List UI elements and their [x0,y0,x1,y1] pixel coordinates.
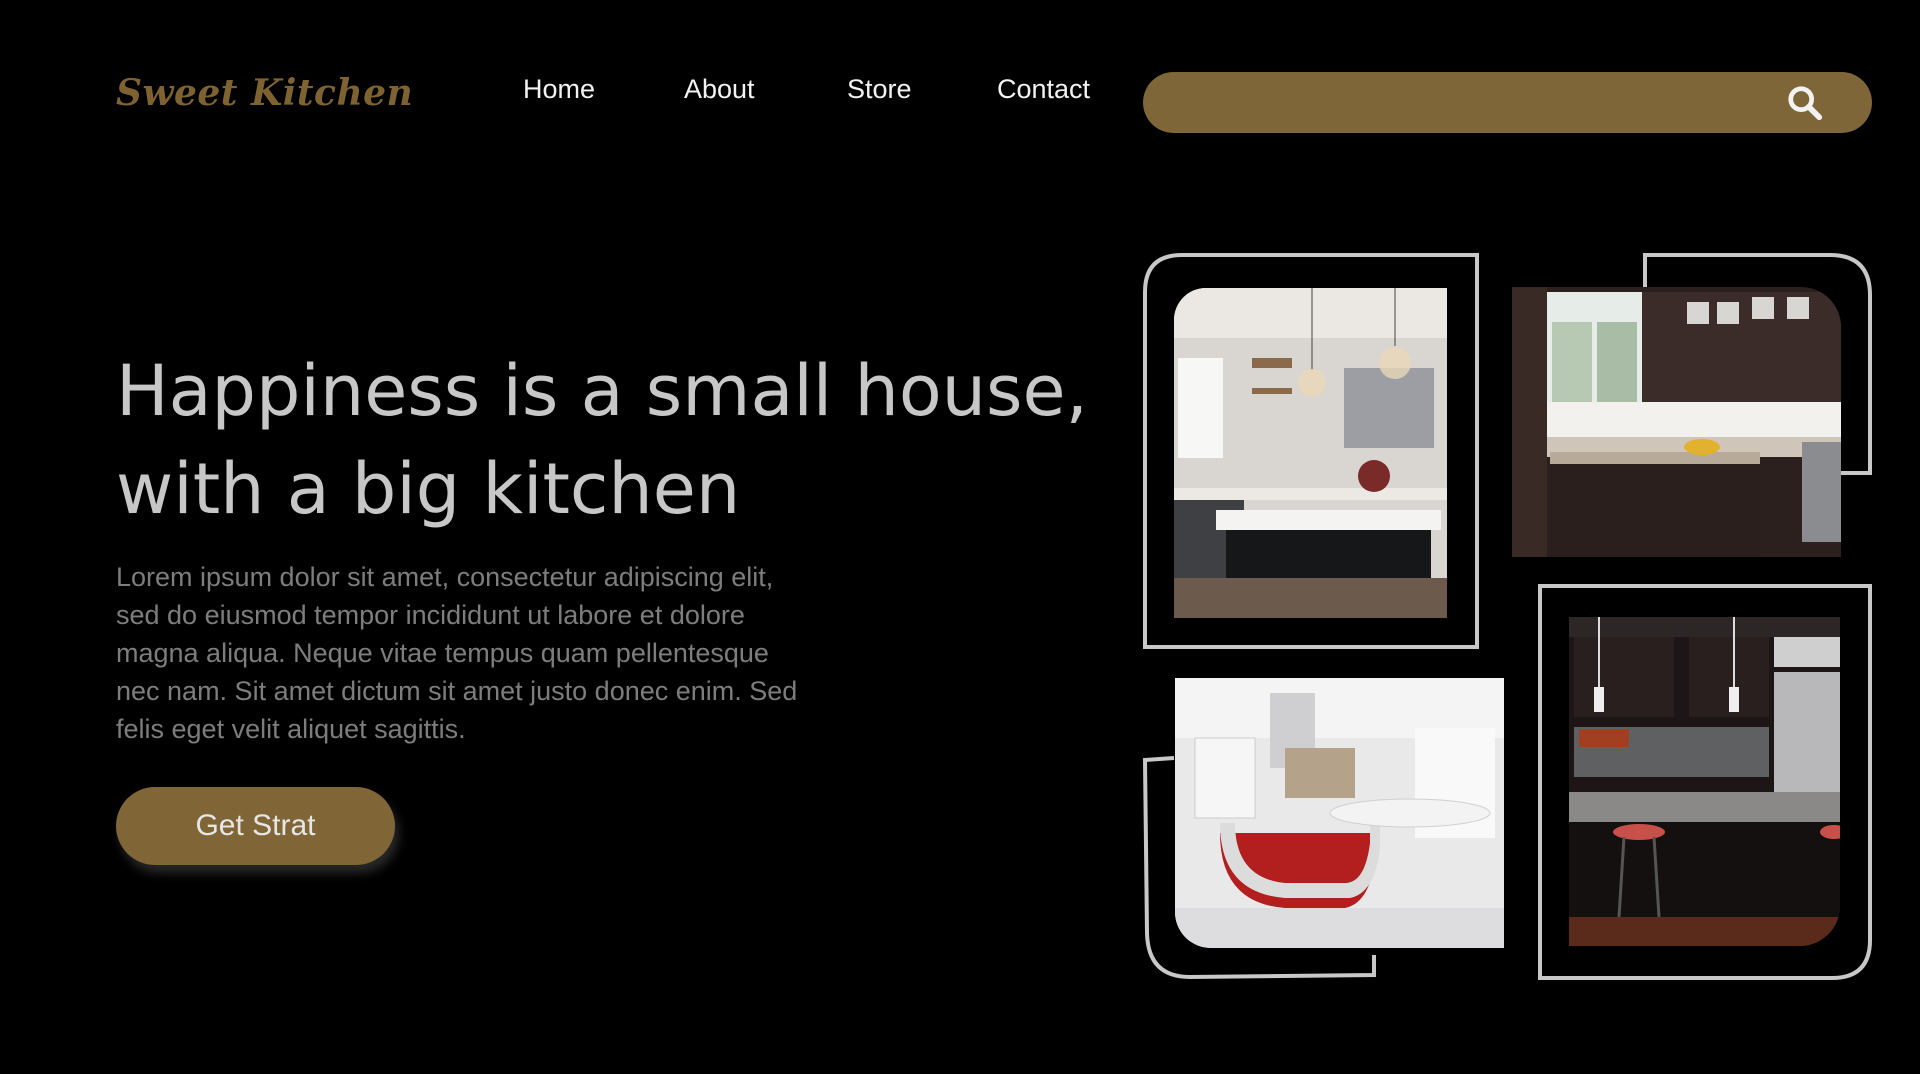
get-started-button[interactable]: Get Strat [116,787,395,865]
brand-logo[interactable]: Sweet Kitchen [116,72,413,114]
search-icon[interactable] [1786,84,1824,122]
nav-item-contact[interactable]: Contact [997,74,1090,105]
hero-description: Lorem ipsum dolor sit amet, consectetur … [116,562,798,744]
kitchen-dark-modern-photo [1569,617,1840,946]
hero-headline-line2: with a big kitchen [116,448,741,530]
hero-headline: Happiness is a small house, with a big k… [116,342,1088,538]
nav-item-store[interactable]: Store [847,74,912,105]
nav-item-home[interactable]: Home [523,74,595,105]
kitchen-white-island-photo [1174,288,1447,618]
search-input[interactable] [1171,72,1775,135]
search-bar [1143,72,1872,135]
kitchen-dark-cabinets-photo [1512,287,1841,557]
hero-headline-line1: Happiness is a small house, [116,350,1088,432]
kitchen-red-curved-island-photo [1175,678,1504,948]
nav-item-about[interactable]: About [684,74,755,105]
